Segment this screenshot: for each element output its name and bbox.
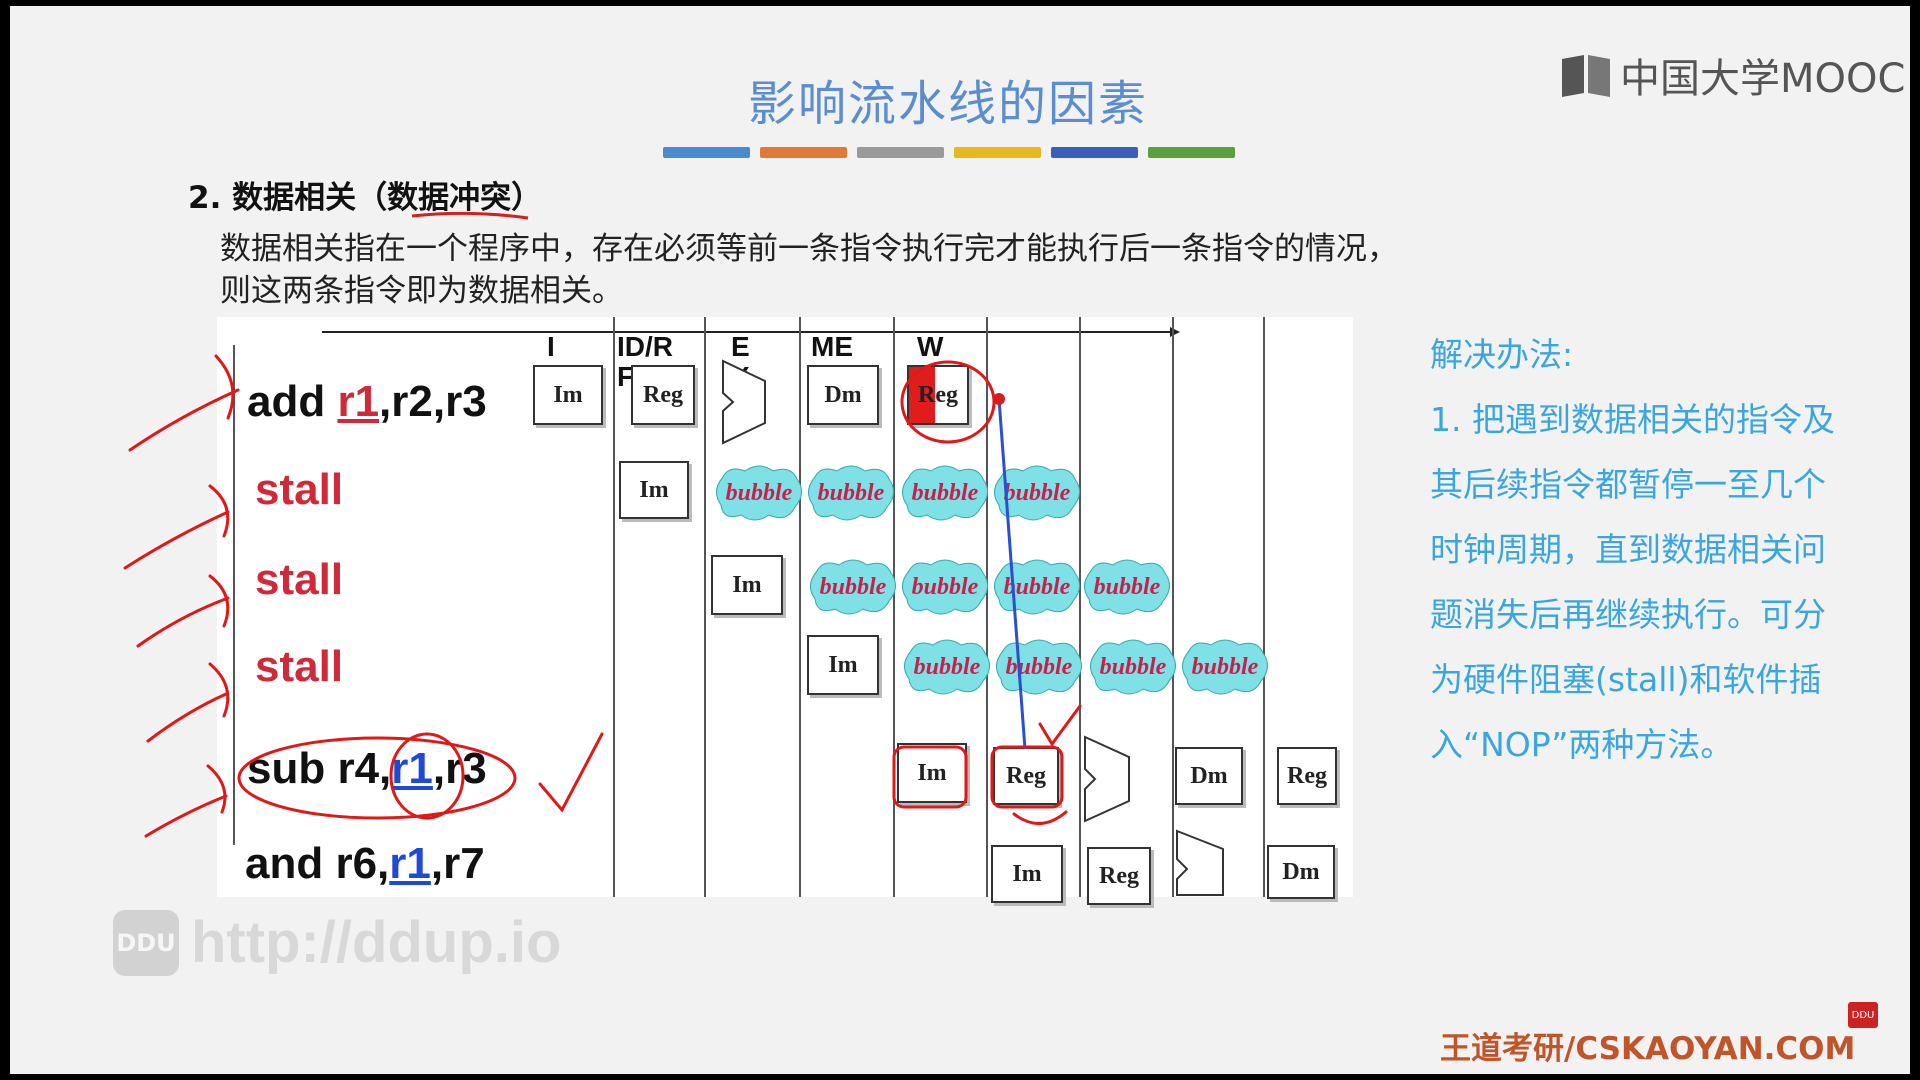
solution-line: 时钟周期，直到数据相关问	[1430, 530, 1826, 569]
watermark-badge: DDU	[113, 909, 179, 976]
watermark: DDU http://ddup.io	[113, 909, 561, 976]
corner-badge-icon: DDU	[1848, 1002, 1878, 1028]
solution-heading: 解决办法:	[1430, 335, 1574, 374]
footer-brand: 王道考研/CSKAOYAN.COM	[1440, 1031, 1856, 1067]
solution-line: 1. 把遇到数据相关的指令及	[1430, 400, 1835, 439]
slide: 影响流水线的因素 中国大学MOOC 2. 数据相关（数据冲突） 数据相关指在一个…	[10, 6, 1910, 1074]
solution-line: 其后续指令都暂停一至几个	[1430, 465, 1826, 504]
solution-panel: 解决办法: 1. 把遇到数据相关的指令及 其后续指令都暂停一至几个 时钟周期，直…	[1430, 322, 1870, 777]
solution-line: 入“NOP”两种方法。	[1430, 725, 1734, 764]
watermark-url: http://ddup.io	[191, 910, 562, 975]
solution-line: 为硬件阻塞(stall)和软件插	[1430, 660, 1822, 699]
solution-line: 题消失后再继续执行。可分	[1430, 595, 1826, 634]
